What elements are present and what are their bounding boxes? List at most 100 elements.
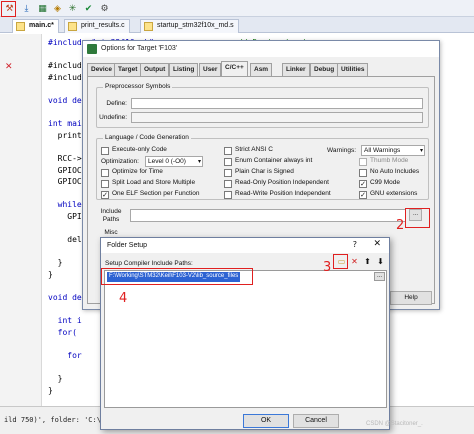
path-browse-button[interactable]: ...	[374, 272, 385, 281]
undefine-input[interactable]	[131, 112, 423, 123]
code-line: }	[48, 270, 53, 279]
plain-char-signed-checkbox[interactable]: Plain Char is Signed	[224, 168, 294, 178]
help-button[interactable]: Help	[390, 291, 432, 305]
close-icon[interactable]: ✕	[373, 239, 381, 249]
settings-icon[interactable]: ⚙	[98, 2, 111, 15]
code-line: for	[48, 351, 82, 361]
include-paths-field[interactable]	[130, 209, 406, 222]
annotation-box-4	[101, 268, 253, 285]
keil-app-icon	[87, 44, 97, 54]
warnings-select[interactable]: All Warnings ▾	[361, 145, 425, 156]
code-line: #includ	[48, 73, 82, 82]
include-paths-list[interactable]: F:\Working\STM32\Keil\F103-V2\lib_source…	[104, 270, 387, 408]
tab-print-results[interactable]: print_results.c	[64, 19, 130, 33]
tab-utilities[interactable]: Utilities	[337, 63, 369, 76]
thumb-mode-checkbox[interactable]: Thumb Mode	[359, 157, 408, 167]
checkbox-box	[224, 169, 232, 177]
define-label: Define:	[106, 100, 127, 107]
code-line: del	[48, 235, 81, 244]
checkbox-label: No Auto Includes	[370, 168, 420, 175]
cancel-button[interactable]: Cancel	[293, 414, 339, 428]
tab-listing[interactable]: Listing	[169, 63, 199, 76]
tab-asm[interactable]: Asm	[250, 63, 273, 76]
annotation-number-4: 4	[119, 291, 128, 306]
code-text: }	[48, 258, 63, 268]
code-text: int i	[48, 316, 82, 326]
rwpi-checkbox[interactable]: Read-Write Position Independent	[224, 190, 331, 200]
checkbox-box	[224, 147, 232, 155]
tab-startup[interactable]: startup_stm32f10x_md.s	[140, 19, 239, 33]
code-text: void de	[48, 96, 82, 105]
define-input[interactable]	[131, 98, 423, 109]
checkbox-box	[224, 158, 232, 166]
check-icon: ✓	[359, 191, 367, 199]
tab-linker[interactable]: Linker	[282, 63, 310, 76]
annotation-box-1	[1, 1, 16, 17]
tab-c-cpp[interactable]: C/C++	[221, 61, 248, 77]
check-icon[interactable]: ✔	[82, 2, 95, 15]
tab-device[interactable]: Device	[87, 63, 116, 76]
folder-setup-title: Folder Setup	[107, 242, 148, 249]
checkbox-label: Enum Container always int	[235, 157, 313, 164]
code-text: void de	[48, 293, 82, 303]
code-line: while	[48, 200, 82, 209]
checkbox-label: Read-Write Position Independent	[235, 190, 331, 197]
checkbox-label: C99 Mode	[370, 179, 400, 186]
move-down-icon[interactable]: ⬇	[375, 256, 386, 267]
tab-label: main.c*	[29, 22, 54, 29]
build-icon[interactable]: ▦	[36, 2, 49, 15]
code-text: print	[48, 130, 82, 140]
checkbox-box	[224, 191, 232, 199]
ok-button[interactable]: OK	[243, 414, 289, 428]
move-up-icon[interactable]: ⬆	[362, 256, 373, 267]
file-icon	[144, 22, 153, 31]
no-auto-includes-checkbox[interactable]: No Auto Includes	[359, 168, 419, 178]
split-load-store-checkbox[interactable]: Split Load and Store Multiple	[101, 179, 195, 189]
gnu-extensions-checkbox[interactable]: ✓ GNU extensions	[359, 190, 417, 200]
rebuild-icon[interactable]: ◈	[51, 2, 64, 15]
code-line: void de	[48, 293, 82, 302]
options-dialog-titlebar: Options for Target 'F103'	[83, 41, 439, 57]
help-icon[interactable]: ?	[353, 240, 357, 249]
c99-mode-checkbox[interactable]: ✓ C99 Mode	[359, 179, 400, 189]
code-line: int i	[48, 316, 82, 325]
code-line: }	[48, 258, 63, 268]
code-text: for	[48, 351, 82, 361]
tab-main-c[interactable]: main.c*	[12, 19, 59, 33]
optimization-select[interactable]: Level 0 (-O0) ▾	[145, 156, 203, 167]
code-line: }	[48, 386, 53, 395]
ropi-checkbox[interactable]: Read-Only Position Independent	[224, 179, 329, 189]
check-icon: ✓	[101, 191, 109, 199]
tab-target[interactable]: Target	[114, 63, 142, 76]
tab-user[interactable]: User	[199, 63, 222, 76]
debug-icon[interactable]: ✳	[66, 2, 79, 15]
enum-container-checkbox[interactable]: Enum Container always int	[224, 157, 312, 167]
load-icon[interactable]: ⤓	[20, 2, 33, 15]
delete-icon[interactable]: ✕	[349, 256, 360, 267]
watermark: CSDN @Stacitoner_.	[366, 421, 423, 427]
tab-debug[interactable]: Debug	[310, 63, 339, 76]
checkbox-box	[359, 158, 367, 166]
annotation-number-2: 2	[396, 218, 405, 233]
checkbox-label: One ELF Section per Function	[112, 190, 200, 197]
file-icon	[16, 22, 25, 31]
code-line: GPI	[48, 212, 81, 221]
checkbox-label: Optimize for Time	[112, 168, 163, 175]
checkbox-box	[101, 169, 109, 177]
one-elf-section-checkbox[interactable]: ✓ One ELF Section per Function	[101, 190, 199, 200]
strict-ansi-checkbox[interactable]: Strict ANSI C	[224, 146, 273, 156]
breakpoint-error-icon: ✕	[5, 62, 13, 72]
checkbox-label: Execute-only Code	[112, 146, 167, 153]
warnings-label: Warnings:	[327, 147, 357, 154]
editor-gutter	[0, 34, 42, 406]
tab-output[interactable]: Output	[140, 63, 170, 76]
code-line: print	[48, 131, 82, 140]
checkbox-label: GNU extensions	[370, 190, 418, 197]
execute-only-checkbox[interactable]: Execute-only Code	[101, 146, 167, 156]
code-line: #includ	[48, 61, 82, 70]
code-line: RCC->	[48, 154, 82, 163]
checkbox-box	[224, 180, 232, 188]
chevron-down-icon: ▾	[419, 147, 423, 154]
checkbox-box	[359, 169, 367, 177]
optimize-time-checkbox[interactable]: Optimize for Time	[101, 168, 163, 178]
